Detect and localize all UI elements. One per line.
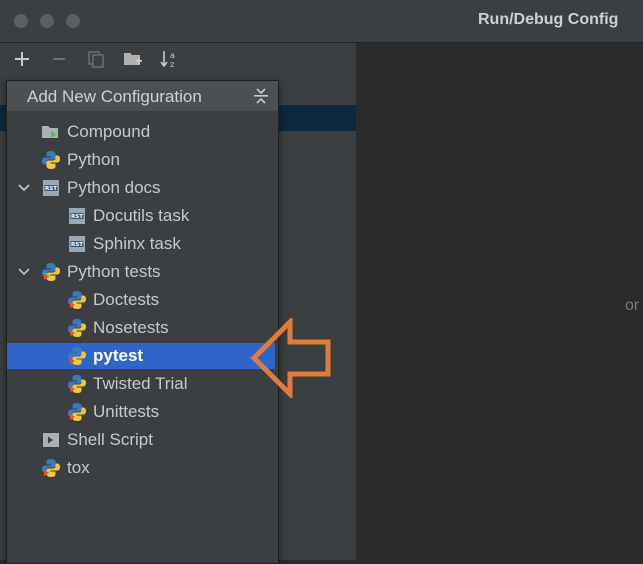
configurations-toolbar: a z	[0, 43, 356, 75]
config-group-label: Python docs	[67, 178, 161, 197]
svg-text:a: a	[170, 51, 175, 60]
config-type-doctests[interactable]: Doctests	[7, 287, 275, 313]
window-minimize-button[interactable]	[40, 14, 54, 28]
config-type-label: Docutils task	[93, 206, 190, 225]
popup-title: Add New Configuration	[27, 87, 202, 106]
config-type-label: pytest	[93, 346, 144, 365]
config-type-label: Unittests	[93, 402, 160, 421]
popup-header: Add New Configuration	[7, 81, 278, 111]
window-close-button[interactable]	[14, 14, 28, 28]
svg-text:z: z	[170, 60, 174, 69]
config-type-label: Doctests	[93, 290, 160, 309]
config-type-label: Twisted Trial	[93, 374, 188, 393]
config-type-label: Python	[67, 150, 120, 169]
add-configuration-button[interactable]	[9, 47, 35, 71]
python-tests-icon	[67, 402, 87, 422]
config-type-shell-script[interactable]: Shell Script	[7, 427, 275, 453]
plus-icon	[15, 52, 29, 66]
config-type-label: Shell Script	[67, 430, 153, 449]
config-type-tox[interactable]: tox	[7, 455, 275, 481]
python-tests-icon	[41, 458, 61, 478]
new-folder-icon	[124, 53, 142, 65]
config-type-twisted-trial[interactable]: Twisted Trial	[7, 371, 275, 397]
config-type-label: Compound	[67, 122, 151, 141]
chevron-down-icon[interactable]	[17, 181, 31, 195]
config-type-compound[interactable]: Compound	[7, 119, 275, 145]
config-group-python-tests[interactable]: Python tests	[7, 259, 275, 285]
compound-icon	[41, 122, 61, 142]
config-type-label: Sphinx task	[93, 234, 181, 253]
svg-text:RST: RST	[45, 186, 57, 192]
config-type-pytest[interactable]: pytest	[7, 343, 275, 369]
copy-configuration-button[interactable]	[83, 47, 109, 71]
sort-configurations-button[interactable]: a z	[156, 47, 182, 71]
python-tests-icon	[67, 318, 87, 338]
config-group-python-docs[interactable]: RST Python docs	[7, 175, 275, 201]
copy-icon	[88, 51, 104, 68]
empty-panel-hint: or	[625, 297, 640, 314]
rst-icon: RST	[67, 234, 87, 254]
python-tests-icon	[67, 374, 87, 394]
rst-icon: RST	[67, 206, 87, 226]
minus-icon	[53, 58, 65, 60]
python-tests-icon	[67, 346, 87, 366]
remove-configuration-button[interactable]	[46, 47, 72, 71]
annotation-arrow-icon	[250, 318, 331, 398]
config-type-python[interactable]: Python	[7, 147, 275, 173]
sort-alpha-icon: a z	[160, 51, 175, 69]
svg-text:RST: RST	[71, 214, 83, 220]
configuration-details-panel: or	[357, 43, 643, 560]
new-folder-button[interactable]	[120, 47, 146, 71]
svg-text:RST: RST	[71, 242, 83, 248]
config-group-label: Python tests	[67, 262, 161, 281]
config-type-sphinx-task[interactable]: RST Sphinx task	[7, 231, 275, 257]
add-configuration-popup: Add New Configuration Compound Python RS…	[6, 80, 279, 564]
rst-icon: RST	[41, 178, 61, 198]
python-tests-icon	[41, 262, 61, 282]
chevron-down-icon[interactable]	[17, 265, 31, 279]
python-icon	[41, 150, 61, 170]
python-tests-icon	[67, 290, 87, 310]
config-type-nosetests[interactable]: Nosetests	[7, 315, 275, 341]
title-bar: Run/Debug Config	[0, 0, 643, 43]
config-type-unittests[interactable]: Unittests	[7, 399, 275, 425]
config-type-label: Nosetests	[93, 318, 169, 337]
window-maximize-button[interactable]	[66, 14, 80, 28]
window-title: Run/Debug Config	[478, 11, 619, 28]
config-type-docutils-task[interactable]: RST Docutils task	[7, 203, 275, 229]
shell-script-icon	[41, 430, 61, 450]
collapse-all-icon[interactable]	[252, 87, 270, 105]
config-type-label: tox	[67, 458, 90, 477]
